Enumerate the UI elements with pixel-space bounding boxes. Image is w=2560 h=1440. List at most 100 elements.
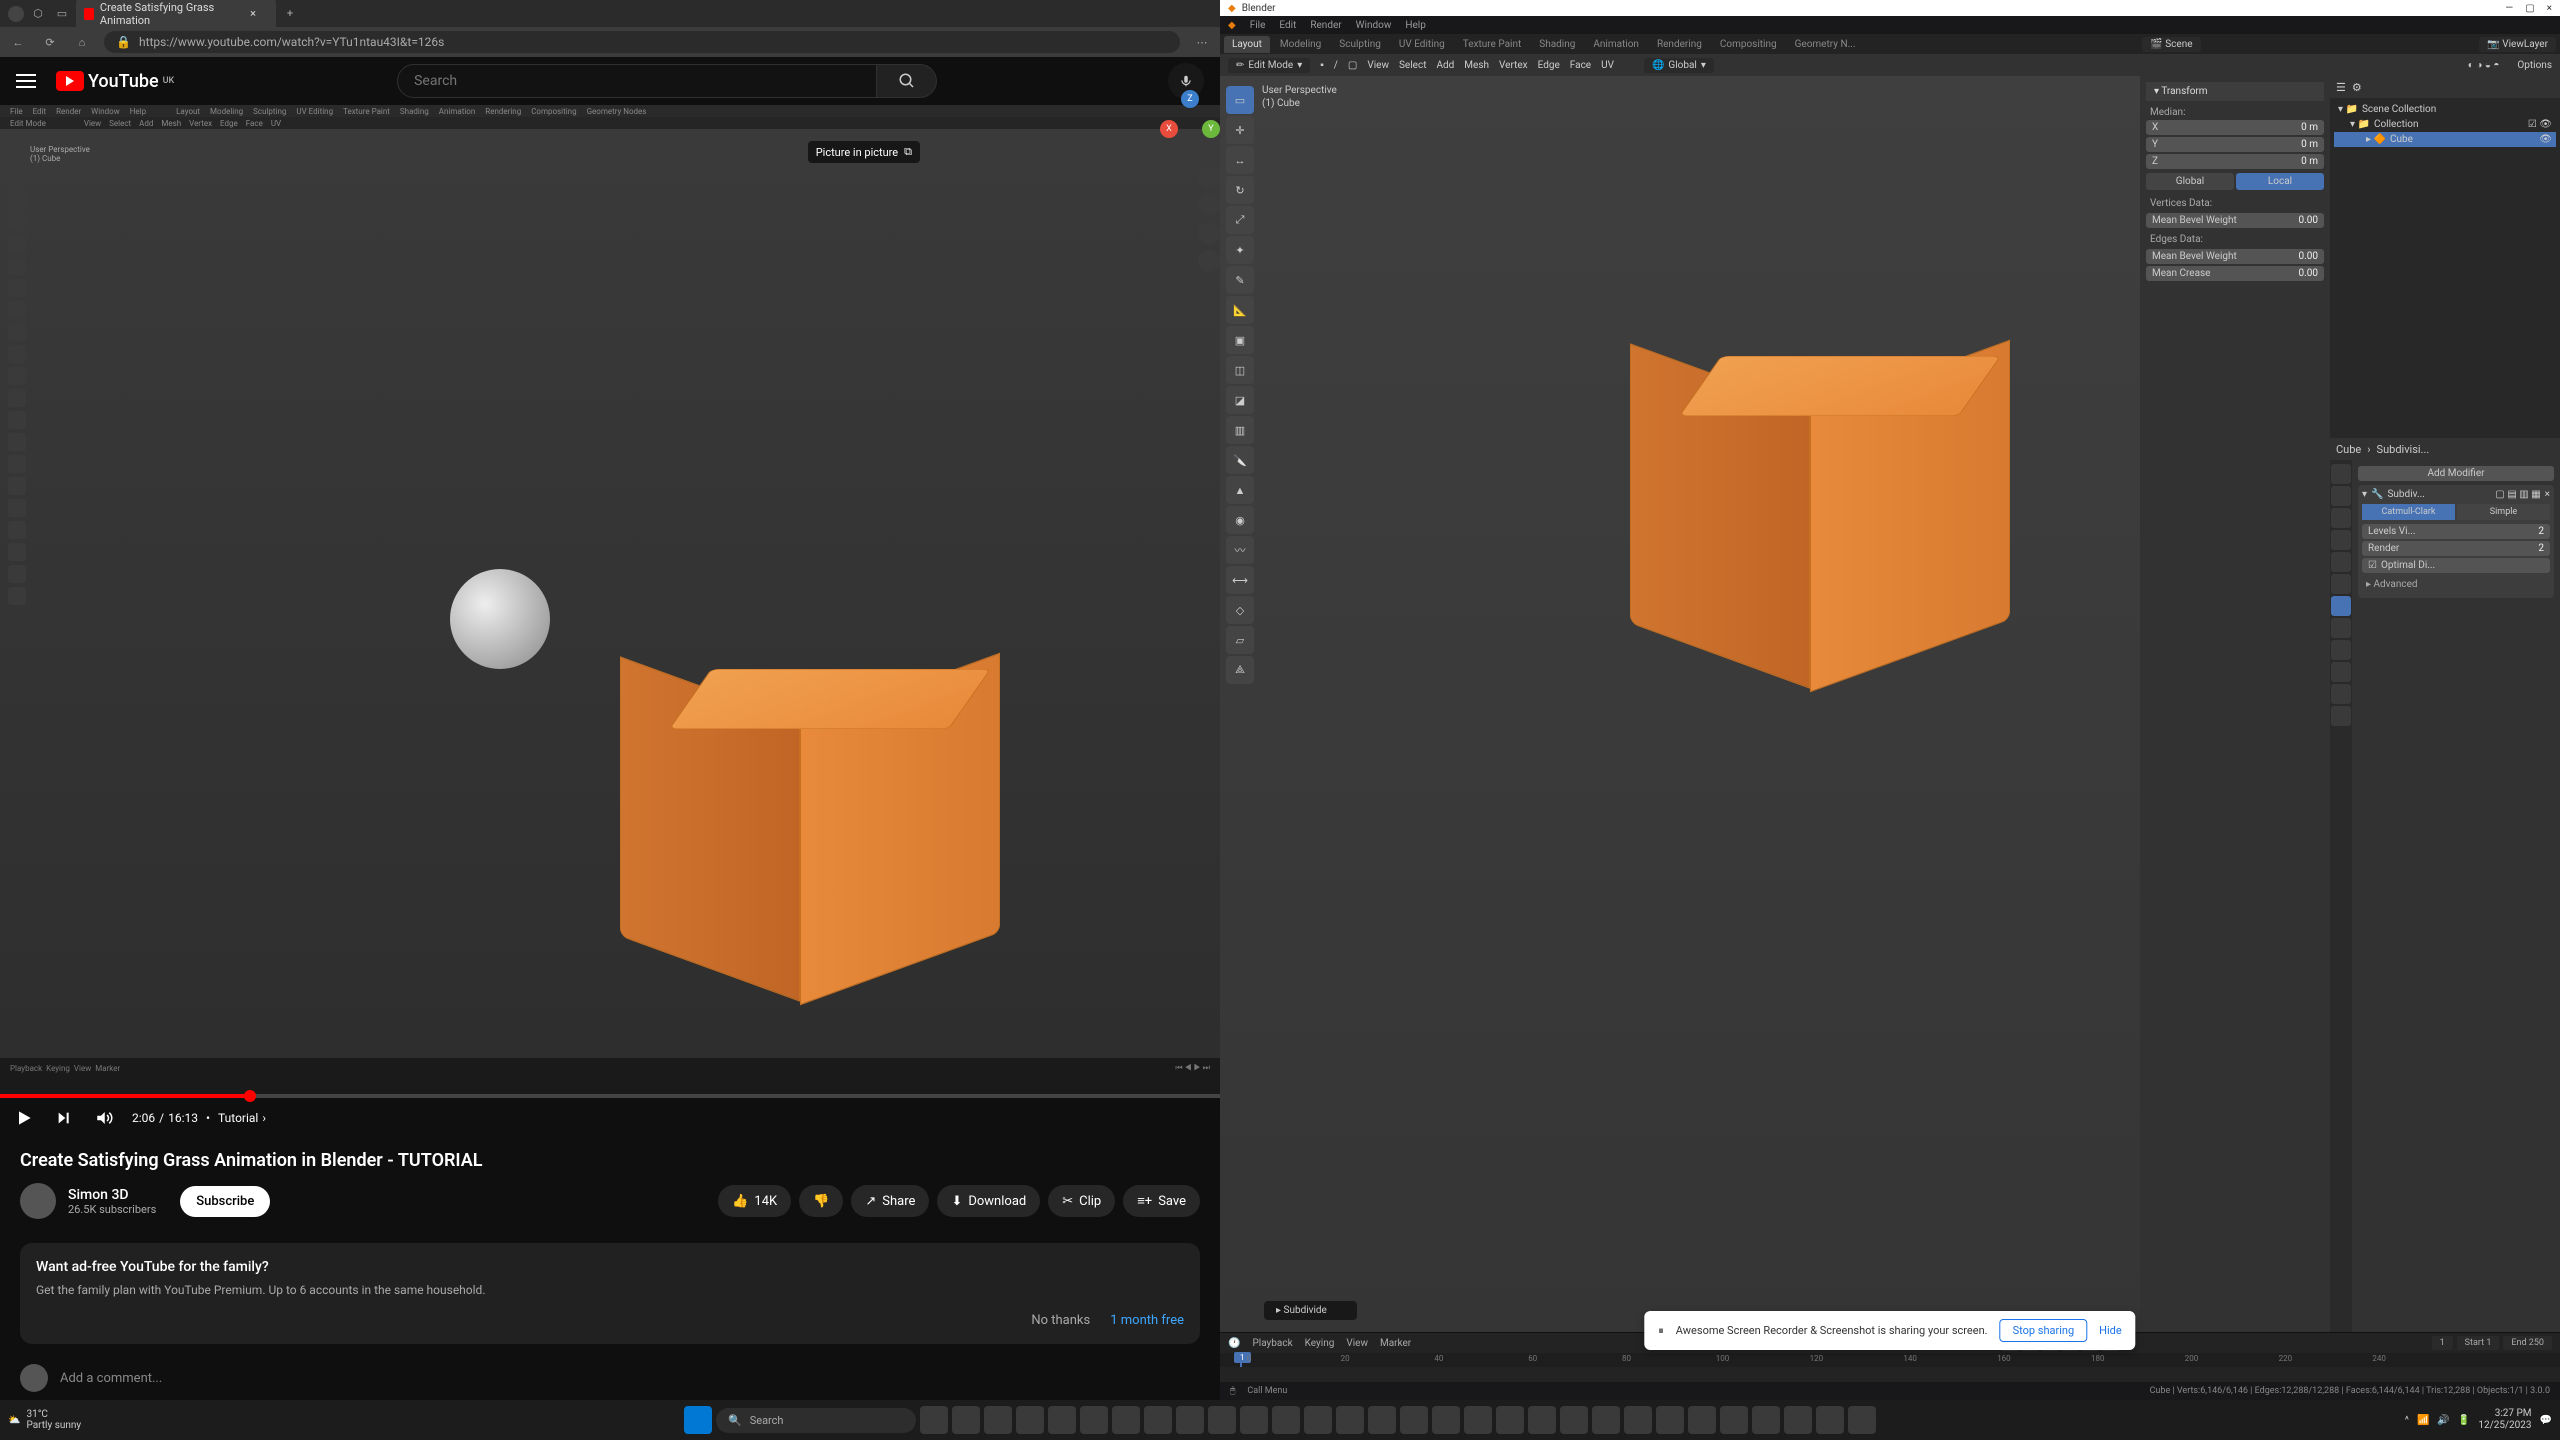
taskbar-app-1[interactable] (920, 1406, 948, 1434)
taskbar-app-19[interactable] (1496, 1406, 1524, 1434)
weather-widget[interactable]: ⛅ 31°C Partly sunny (8, 1409, 81, 1431)
median-z[interactable]: Z0 m (2146, 154, 2324, 169)
menu-edit[interactable]: Edit (1279, 20, 1296, 31)
modifier-props-tab[interactable] (2331, 596, 2351, 616)
edge-select-icon[interactable]: / (1334, 60, 1338, 71)
extensions-icon[interactable]: ⋯ (1192, 32, 1212, 52)
browser-tab[interactable]: Create Satisfying Grass Animation × (76, 0, 276, 31)
cube-mesh[interactable] (1650, 346, 1990, 686)
timeline-ruler[interactable]: 1 0 20 40 60 80 100 120 140 160 180 200 … (1220, 1353, 2560, 1367)
current-frame-input[interactable]: 1 (2432, 1336, 2453, 1350)
options-dropdown[interactable]: Options (2517, 60, 2552, 71)
clip-button[interactable]: ✂ Clip (1048, 1185, 1115, 1217)
loopcut-tool[interactable]: ▥ (1226, 416, 1254, 444)
scene-selector[interactable]: 🎬 Scene (2142, 37, 2200, 52)
battery-icon[interactable]: 🔋 (2458, 1415, 2470, 1426)
subscribe-button[interactable]: Subscribe (180, 1186, 270, 1217)
median-y[interactable]: Y0 m (2146, 137, 2324, 152)
video-progress-bar[interactable] (0, 1094, 1220, 1098)
global-button[interactable]: Global (2146, 173, 2234, 190)
viewport-3d[interactable]: ▭ ✛ ↔ ↻ ⤢ ✦ ✎ 📐 ▣ ◫ ◪ ▥ 🔪 ▲ ◉ 〰 ⟷ (1220, 76, 2140, 1332)
taskbar-app-28[interactable] (1784, 1406, 1812, 1434)
taskbar-app-22[interactable] (1592, 1406, 1620, 1434)
tl-playback[interactable]: Playback (1252, 1338, 1292, 1349)
edge-bevel-weight[interactable]: Mean Bevel Weight0.00 (2146, 249, 2324, 264)
nav-gizmo[interactable]: Z X Y (1160, 90, 1220, 150)
breadcrumb-modifier[interactable]: Subdivisi... (2377, 443, 2430, 456)
orientation-selector[interactable]: 🌐 Global ▾ (1644, 58, 1714, 73)
median-x[interactable]: X0 m (2146, 120, 2324, 135)
taskbar-app-27[interactable] (1752, 1406, 1780, 1434)
new-tab-button[interactable]: + (280, 4, 300, 24)
particle-props-tab[interactable] (2331, 618, 2351, 638)
rip-tool[interactable]: ⟁ (1226, 656, 1254, 684)
home-button[interactable]: ⌂ (72, 32, 92, 52)
taskbar-app-29[interactable] (1816, 1406, 1844, 1434)
tl-keying[interactable]: Keying (1305, 1338, 1335, 1349)
cursor-tool[interactable]: ✛ (1226, 116, 1254, 144)
gizmo-z[interactable]: Z (1181, 90, 1199, 108)
outliner-scene-collection[interactable]: ▾ 📁 Scene Collection (2334, 102, 2556, 117)
header-face[interactable]: Face (1570, 60, 1591, 71)
modifier-display-icons[interactable]: ▢ ▤ ▥ ▦ (2495, 489, 2540, 500)
download-button[interactable]: ⬇ Download (937, 1185, 1040, 1217)
advanced-section[interactable]: ▸ Advanced (2362, 575, 2550, 594)
taskbar-app-12[interactable] (1272, 1406, 1300, 1434)
tab-actions-icon[interactable]: ▭ (52, 4, 72, 24)
refresh-button[interactable]: ⟳ (40, 32, 60, 52)
tray-chevron-icon[interactable]: ^ (2405, 1415, 2409, 1426)
levels-viewport[interactable]: Levels Vi...2 (2362, 524, 2550, 539)
shrink-tool[interactable]: ◇ (1226, 596, 1254, 624)
material-props-tab[interactable] (2331, 706, 2351, 726)
move-tool[interactable]: ↔ (1226, 146, 1254, 174)
profile-icon[interactable] (8, 6, 24, 22)
viewport-shading-icons[interactable]: ◐ ◑ ◒ ◓ (2468, 60, 2500, 71)
camera-icon[interactable] (1198, 222, 1220, 244)
tab-uv-editing[interactable]: UV Editing (1391, 36, 1453, 53)
view-layer-props-tab[interactable] (2331, 508, 2351, 528)
taskbar-app-16[interactable] (1400, 1406, 1428, 1434)
tab-texture-paint[interactable]: Texture Paint (1455, 36, 1530, 53)
close-tab-icon[interactable]: × (250, 7, 256, 20)
header-add[interactable]: Add (1436, 60, 1454, 71)
taskbar-app-4[interactable] (1016, 1406, 1044, 1434)
add-modifier-button[interactable]: Add Modifier (2358, 466, 2554, 481)
maximize-button[interactable]: ▢ (2525, 3, 2534, 14)
tab-compositing[interactable]: Compositing (1712, 36, 1785, 53)
start-frame-input[interactable]: Start 1 (2457, 1336, 2500, 1350)
modifier-close-icon[interactable]: × (2545, 489, 2550, 500)
vertex-select-icon[interactable]: ▪ (1320, 60, 1324, 71)
youtube-logo[interactable]: YouTube UK (56, 71, 174, 92)
local-button[interactable]: Local (2236, 173, 2324, 190)
spin-tool[interactable]: ◉ (1226, 506, 1254, 534)
taskbar-search[interactable]: 🔍 Search (716, 1408, 916, 1433)
outliner-collection[interactable]: ▾ 📁 Collection ☑ 👁 (2334, 117, 2556, 132)
menu-render[interactable]: Render (1310, 20, 1341, 31)
outliner-cube[interactable]: ▸ 🔶 Cube 👁 (2334, 132, 2556, 147)
end-frame-input[interactable]: End 250 (2503, 1336, 2552, 1350)
gizmo-y[interactable]: Y (1202, 120, 1220, 138)
channel-avatar[interactable] (20, 1183, 56, 1219)
start-button[interactable] (684, 1406, 712, 1434)
extrude-tool[interactable]: ▣ (1226, 326, 1254, 354)
pip-button[interactable]: Picture in picture ⧉ (808, 141, 920, 163)
taskbar-clock[interactable]: 3:27 PM 12/25/2023 (2478, 1408, 2531, 1432)
mesh-props-tab[interactable] (2331, 684, 2351, 704)
scale-tool[interactable]: ⤢ (1226, 206, 1254, 234)
catmull-clark-button[interactable]: Catmull-Clark (2362, 504, 2455, 520)
viewlayer-selector[interactable]: 📷 ViewLayer (2479, 37, 2556, 52)
volume-icon[interactable]: 🔊 (2437, 1415, 2449, 1426)
mode-selector[interactable]: ✏ Edit Mode ▾ (1228, 58, 1310, 73)
taskbar-app-21[interactable] (1560, 1406, 1588, 1434)
annotate-tool[interactable]: ✎ (1226, 266, 1254, 294)
search-button[interactable] (877, 64, 937, 98)
tab-geometry-nodes[interactable]: Geometry N... (1787, 36, 1864, 53)
constraint-props-tab[interactable] (2331, 662, 2351, 682)
render-props-tab[interactable] (2331, 464, 2351, 484)
taskbar-app-26[interactable] (1720, 1406, 1748, 1434)
taskbar-app-3[interactable] (984, 1406, 1012, 1434)
close-button[interactable]: × (2547, 3, 2552, 14)
hide-banner-button[interactable]: Hide (2099, 1324, 2122, 1337)
bevel-tool[interactable]: ◪ (1226, 386, 1254, 414)
taskbar-app-14[interactable] (1336, 1406, 1364, 1434)
